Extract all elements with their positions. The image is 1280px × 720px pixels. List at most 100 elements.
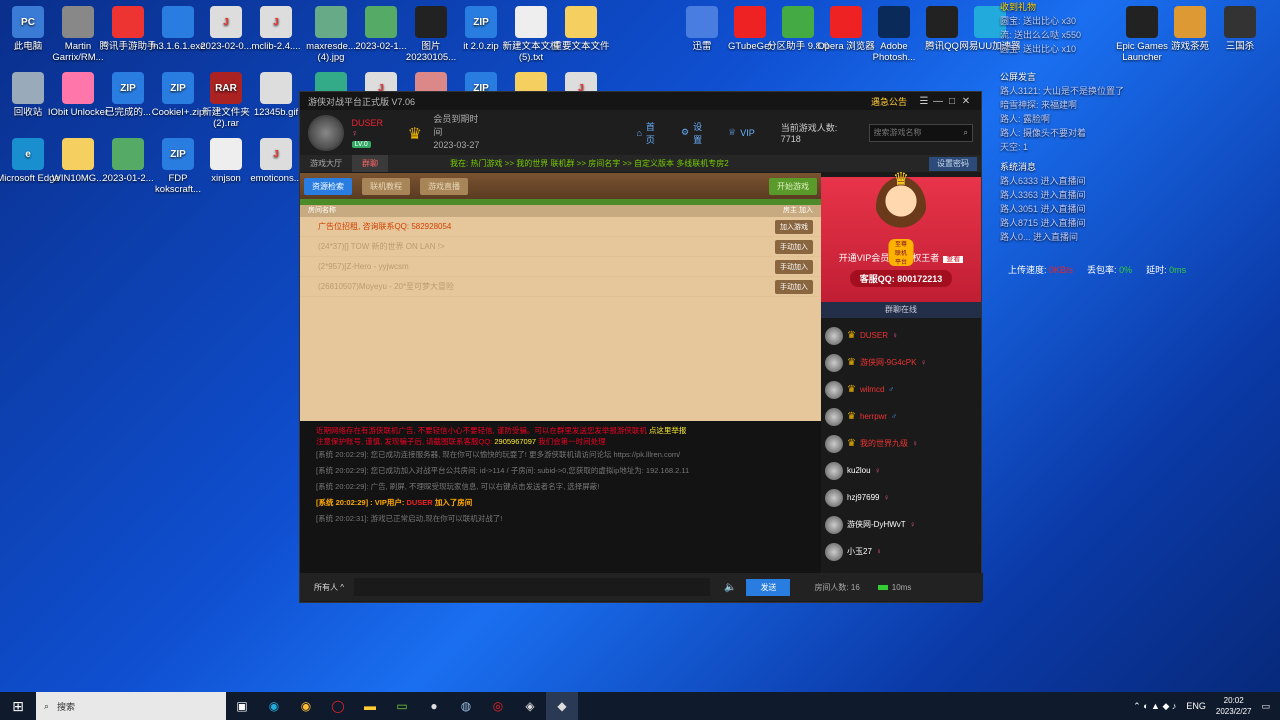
- live-notification-panel: 收到礼物 圆宝: 送出比心 x30 流: 送出么么哒 x550 圆宝: 送出比心…: [1000, 0, 1230, 244]
- tray-icons[interactable]: ⌃ ◐ ▲ ◆ ♪: [1133, 701, 1176, 712]
- recipient-select[interactable]: 所有人 ^: [314, 582, 344, 593]
- join-room-button[interactable]: 加入游戏: [775, 219, 813, 234]
- side-panel: ♛ 至尊联机平台 开通VIP会员, 做特权王者 查看 客服QQ: 80017221…: [821, 169, 981, 573]
- clock[interactable]: 20:02 2023/2/27: [1216, 695, 1252, 717]
- chat-input[interactable]: [353, 578, 710, 596]
- tab-lobby[interactable]: 游戏大厅: [300, 155, 352, 172]
- chat-title: 公屏发言: [1000, 72, 1037, 82]
- system-message: [系统 20:02:31]: 游戏已正常启动,现在你可以联机对战了!: [316, 514, 503, 523]
- view-button[interactable]: 查看: [943, 256, 964, 263]
- app-icon[interactable]: ◈: [514, 692, 546, 720]
- room-list: 广告位招租, 咨询联系QQ: 582928054 加入游戏 (24*37)[] TO…: [300, 217, 821, 297]
- live-button[interactable]: 游戏直播: [420, 177, 468, 195]
- speaker-icon[interactable]: 🔈: [724, 582, 736, 593]
- image-icon: [315, 6, 347, 38]
- taskbar: ⊞ ⌕ 搜索 ▣ ◉ ◉ ◯ ▬ ▭ ● ◍ ◎ ◈ ◆ ⌃ ◐ ▲ ◆ ♪ E…: [0, 692, 1280, 720]
- taskbar-search[interactable]: ⌕ 搜索: [36, 692, 226, 720]
- notice-link[interactable]: 遇急公告: [871, 95, 907, 108]
- sys-line: 路人0... 进入直播间: [1000, 232, 1079, 242]
- app-icon: [830, 6, 862, 38]
- app-icon[interactable]: ▭: [386, 692, 418, 720]
- room-list-panel: 资源检索 联机教程 游戏直播 开始游戏 房间名称 房主 加入 广告位招租, 咨询…: [300, 173, 821, 421]
- member-item[interactable]: 小玉27 ♀: [825, 538, 977, 565]
- game-platform-icon[interactable]: ◆: [546, 692, 578, 720]
- sys-line: 路人6333 进入直播间: [1000, 176, 1086, 186]
- member-item[interactable]: ♛ DUSER ♀: [825, 322, 977, 349]
- system-message: [系统 20:02:29]: 您已成功连接服务器, 现在你可以愉快的玩耍了! 更…: [316, 450, 681, 459]
- service-qq: 客服QQ: 800172213: [849, 270, 953, 287]
- member-item[interactable]: ♛ herrpwr ♂: [825, 403, 977, 430]
- tab-group-chat[interactable]: 群聊: [352, 155, 388, 172]
- netease-icon[interactable]: ◎: [482, 692, 514, 720]
- member-item[interactable]: ♛ wilmcd ♂: [825, 376, 977, 403]
- vip-crown-icon: ♛: [847, 384, 856, 395]
- search-input[interactable]: 搜索游戏名称 ⌕: [868, 123, 973, 142]
- close-icon[interactable]: ✕: [959, 96, 973, 107]
- username[interactable]: DUSER: [352, 118, 384, 128]
- room-toolbar: 资源检索 联机教程 游戏直播 开始游戏: [300, 173, 821, 205]
- avatar[interactable]: [308, 114, 344, 151]
- gift-line: 圆宝: 送出比心 x30: [1000, 16, 1077, 26]
- member-name: wilmcd: [859, 385, 885, 394]
- nav-vip[interactable]: ♕ VIP: [728, 120, 755, 146]
- room-row[interactable]: (26810507)Moyeyu - 20*至可梦大冒险 手动加入: [300, 277, 821, 297]
- system-message: [系统 20:02:29]: 广告, 刷屏, 不理睬受现玩家信息, 可以右键点击…: [316, 482, 600, 491]
- task-view-icon[interactable]: ▣: [226, 692, 258, 720]
- avatar: [825, 353, 843, 372]
- resource-search-button[interactable]: 资源检索: [304, 177, 352, 195]
- member-name: 游侠网-DyHWvT: [847, 520, 906, 529]
- gif-icon: [260, 72, 292, 104]
- menu-icon[interactable]: ☰: [917, 96, 931, 107]
- desktop-icon[interactable]: 重要文本文件: [549, 6, 613, 52]
- tutorial-button[interactable]: 联机教程: [362, 177, 410, 195]
- edge-icon[interactable]: ◉: [258, 692, 290, 720]
- chrome-icon[interactable]: ◉: [290, 692, 322, 720]
- search-icon[interactable]: ⌕: [964, 128, 968, 138]
- java-icon: J: [260, 6, 292, 38]
- join-room-button[interactable]: 手动加入: [775, 279, 813, 294]
- maximize-icon[interactable]: □: [945, 96, 959, 107]
- opera-icon[interactable]: ◯: [322, 692, 354, 720]
- room-row[interactable]: 广告位招租, 咨询联系QQ: 582928054 加入游戏: [300, 217, 821, 237]
- join-room-button[interactable]: 手动加入: [775, 259, 813, 274]
- obs-icon[interactable]: ●: [418, 692, 450, 720]
- chat-line: 天空: 1: [1000, 142, 1029, 152]
- member-item[interactable]: ♛ 游侠网-9G4cPK ♀: [825, 349, 977, 376]
- folder-icon[interactable]: ▬: [354, 692, 386, 720]
- set-password-button[interactable]: 设置密码: [929, 156, 977, 171]
- member-item[interactable]: ku2lou ♀: [825, 457, 977, 484]
- report-link[interactable]: 点这里举报: [649, 426, 687, 435]
- member-name: DUSER: [859, 331, 888, 340]
- start-game-button[interactable]: 开始游戏: [769, 177, 817, 195]
- steam-icon[interactable]: ◍: [450, 692, 482, 720]
- warning-message: 近期网络存在有游侠联机广告, 不要轻信小心不要轻信, 谨防受骗。可以在群里发送您…: [316, 426, 687, 435]
- minimize-icon[interactable]: —: [931, 96, 945, 107]
- notification-icon[interactable]: ▭: [1261, 701, 1270, 712]
- member-item[interactable]: hzj97699 ♀: [825, 484, 977, 511]
- member-item[interactable]: 游侠网-DyHWvT ♀: [825, 511, 977, 538]
- mascot-image: ♛ 至尊联机平台: [876, 169, 926, 266]
- room-row[interactable]: (2*957)[Z-Hero - yyjwcsm 手动加入: [300, 257, 821, 277]
- network-stats: 上传速度: 0KB/s 丢包率: 0% 延时: 0ms: [1008, 263, 1186, 276]
- app-icon: [878, 6, 910, 38]
- member-item[interactable]: ♛ 我的世界九级 ♀: [825, 430, 977, 457]
- level-badge: LV.0: [351, 140, 371, 148]
- title-bar[interactable]: 游侠对战平台正式版 V7.06 遇急公告 ☰ — □ ✕: [300, 92, 981, 110]
- vip-banner[interactable]: ♛ 至尊联机平台 开通VIP会员, 做特权王者 查看 客服QQ: 80017221…: [821, 169, 981, 302]
- nav-home[interactable]: ⌂ 首页: [636, 120, 663, 146]
- send-button[interactable]: 发送: [746, 578, 791, 596]
- avatar: [825, 380, 843, 399]
- language-indicator[interactable]: ENG: [1186, 701, 1206, 711]
- nav-settings[interactable]: ⚙ 设置: [681, 120, 710, 146]
- join-room-button[interactable]: 手动加入: [775, 239, 813, 254]
- windows-start-icon[interactable]: ⊞: [0, 698, 36, 715]
- room-row[interactable]: (24*37)[] TOW 新的世界 ON LAN !> 手动加入: [300, 237, 821, 257]
- sys-line: 路人3363 进入直播间: [1000, 190, 1086, 200]
- room-name: (2*957)[Z-Hero - yyjwcsm: [318, 262, 409, 271]
- vip-info: 会员到期时间 2023-03-27: [433, 113, 486, 152]
- top-nav: ⌂ 首页 ⚙ 设置 ♕ VIP: [636, 120, 754, 146]
- system-message: [系统 20:02:29]: 您已成功加入对战平台公共房间: id->114 /…: [316, 466, 690, 475]
- vip-join-message: [系统 20:02:29] : VIP用户: DUSER 加入了房间: [316, 498, 473, 507]
- app-icon: [734, 6, 766, 38]
- game-platform-window: 游侠对战平台正式版 V7.06 遇急公告 ☰ — □ ✕ DUSER ♀ LV.…: [299, 91, 983, 603]
